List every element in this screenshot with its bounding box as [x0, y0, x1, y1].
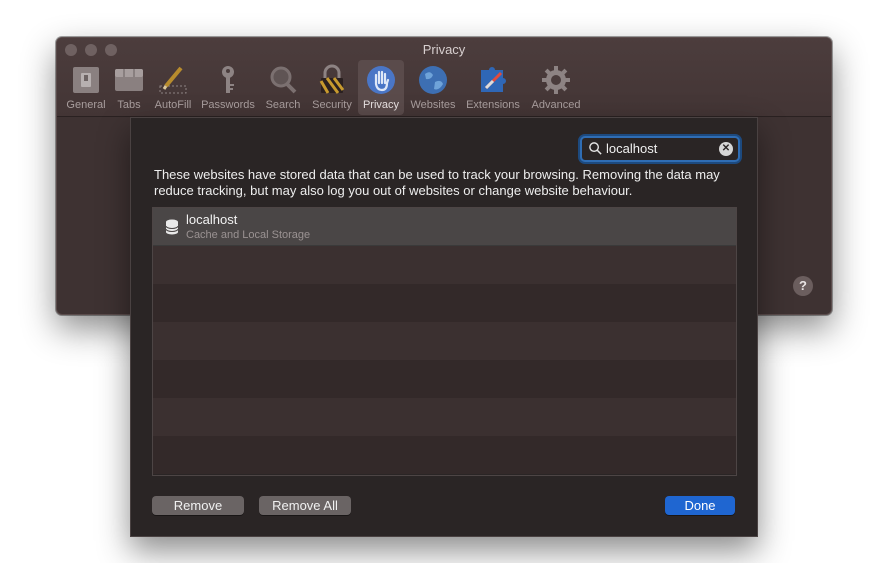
window-title: Privacy	[422, 42, 466, 57]
clear-search-icon[interactable]: ✕	[719, 142, 733, 156]
done-button[interactable]: Done	[665, 496, 735, 515]
toolbar-security[interactable]: Security	[307, 60, 357, 115]
magnifier-icon	[270, 66, 297, 94]
puzzle-compass-icon	[481, 67, 506, 92]
toolbar-advanced[interactable]: Advanced	[525, 60, 587, 115]
empty-row	[153, 284, 736, 322]
database-icon	[165, 219, 179, 235]
toolbar-tabs-label: Tabs	[117, 99, 141, 111]
toolbar-privacy[interactable]: Privacy	[358, 60, 404, 115]
lock-icon	[319, 64, 345, 94]
titlebar: Privacy General Tabs AutoFill Passwords …	[57, 38, 831, 117]
globe-icon	[419, 66, 447, 94]
toolbar-advanced-label: Advanced	[531, 99, 581, 111]
pencil-icon	[159, 66, 187, 94]
general-switch-icon	[73, 67, 99, 93]
website-data-list[interactable]: localhost Cache and Local Storage	[152, 207, 737, 476]
remove-button[interactable]: Remove	[152, 496, 244, 515]
toolbar-search[interactable]: Search	[261, 60, 305, 115]
toolbar-autofill[interactable]: AutoFill	[150, 60, 196, 115]
remove-all-button[interactable]: Remove All	[259, 496, 351, 515]
tabs-icon	[115, 69, 143, 91]
toolbar-general-label: General	[66, 99, 106, 111]
toolbar-search-label: Search	[265, 99, 301, 111]
site-data-types: Cache and Local Storage	[186, 229, 311, 241]
toolbar-tabs[interactable]: Tabs	[110, 60, 148, 115]
help-button[interactable]: ?	[793, 276, 813, 296]
key-icon	[222, 66, 234, 93]
toolbar-websites-label: Websites	[410, 99, 456, 111]
list-item[interactable]: localhost Cache and Local Storage	[153, 208, 736, 246]
manage-website-data-sheet: localhost ✕ These websites have stored d…	[130, 117, 758, 537]
toolbar-autofill-label: AutoFill	[154, 99, 192, 111]
empty-row	[153, 436, 736, 474]
toolbar-privacy-label: Privacy	[362, 99, 400, 111]
toolbar-general[interactable]: General	[62, 60, 110, 115]
description-text: These websites have stored data that can…	[154, 167, 720, 198]
toolbar-security-label: Security	[312, 99, 352, 111]
empty-row	[153, 360, 736, 398]
gear-icon	[542, 66, 570, 94]
toolbar-passwords-label: Passwords	[201, 99, 255, 111]
empty-row	[153, 398, 736, 436]
empty-row	[153, 322, 736, 360]
search-field[interactable]: localhost ✕	[580, 136, 740, 162]
empty-row	[153, 246, 736, 284]
toolbar-passwords[interactable]: Passwords	[198, 60, 258, 115]
search-input[interactable]: localhost	[606, 141, 657, 156]
hand-icon	[367, 66, 395, 94]
toolbar-websites[interactable]: Websites	[407, 60, 459, 115]
search-icon	[589, 142, 602, 155]
toolbar-extensions[interactable]: Extensions	[462, 60, 524, 115]
site-name: localhost	[186, 212, 238, 227]
toolbar-extensions-label: Extensions	[466, 99, 520, 111]
